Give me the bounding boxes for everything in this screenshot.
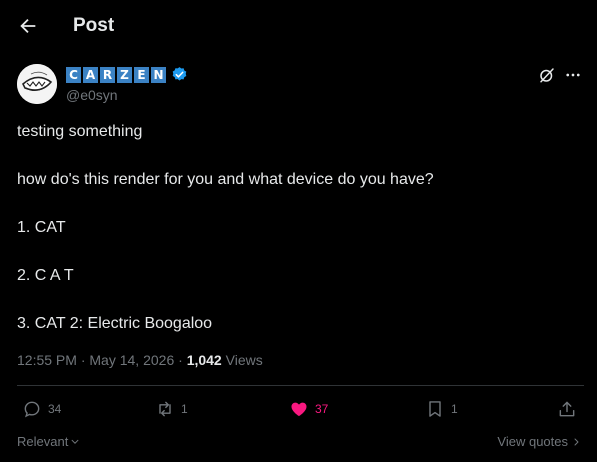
- views-label: Views: [225, 352, 263, 368]
- chevron-right-icon: [574, 438, 579, 445]
- like-button[interactable]: 37: [289, 399, 328, 419]
- verified-badge-icon: [172, 67, 187, 81]
- avatar-image: [17, 64, 57, 104]
- divider: [17, 385, 584, 386]
- like-count: 37: [315, 402, 329, 416]
- author-handle[interactable]: @e0syn: [66, 87, 118, 103]
- repost-count: 1: [181, 402, 188, 416]
- repost-icon: [159, 401, 171, 417]
- heart-icon: [291, 402, 307, 417]
- more-options-icon[interactable]: [564, 66, 582, 84]
- tweet-text-line: 3. CAT 2: Electric Boogaloo: [17, 315, 213, 332]
- relevant-label: Relevant: [17, 434, 69, 449]
- name-letter: C: [66, 66, 81, 83]
- name-letter: Z: [117, 66, 132, 83]
- tweet-text-line: testing something: [17, 123, 143, 140]
- name-letter: R: [100, 66, 115, 83]
- tweet-meta: 12:55 PM · May 14, 2026 · 1,042 Views: [17, 352, 263, 368]
- avatar[interactable]: [17, 64, 57, 104]
- tweet-date[interactable]: May 14, 2026: [89, 352, 174, 368]
- arrow-left-icon[interactable]: [17, 15, 39, 37]
- grok-icon[interactable]: [538, 66, 556, 84]
- reply-button[interactable]: 34: [22, 399, 61, 419]
- display-name[interactable]: C A R Z E N: [66, 66, 188, 83]
- bookmark-count: 1: [451, 402, 458, 416]
- sort-relevant-dropdown[interactable]: Relevant: [17, 434, 80, 449]
- tweet-text-line: 2. C A T: [17, 267, 74, 284]
- view-quotes-label: View quotes: [497, 434, 568, 449]
- chevron-down-icon: [71, 439, 79, 444]
- share-icon: [559, 401, 575, 417]
- name-letter: E: [134, 66, 149, 83]
- tweet-text-line: how do's this render for you and what de…: [17, 171, 434, 188]
- page-title: Post: [73, 15, 115, 36]
- name-letter: A: [83, 66, 98, 83]
- view-quotes-link[interactable]: View quotes: [497, 434, 581, 449]
- meta-separator: ·: [178, 352, 183, 368]
- views-count: 1,042: [186, 352, 222, 368]
- tweet-text-line: 1. CAT: [17, 219, 66, 236]
- reply-icon: [24, 401, 40, 418]
- bookmark-icon: [429, 401, 441, 417]
- share-button[interactable]: [557, 399, 577, 419]
- bookmark-button[interactable]: 1: [425, 399, 458, 419]
- meta-separator: ·: [80, 352, 86, 368]
- repost-button[interactable]: 1: [155, 399, 188, 419]
- reply-count: 34: [48, 402, 62, 416]
- tweet-time[interactable]: 12:55 PM: [17, 352, 77, 368]
- name-letter: N: [151, 66, 166, 83]
